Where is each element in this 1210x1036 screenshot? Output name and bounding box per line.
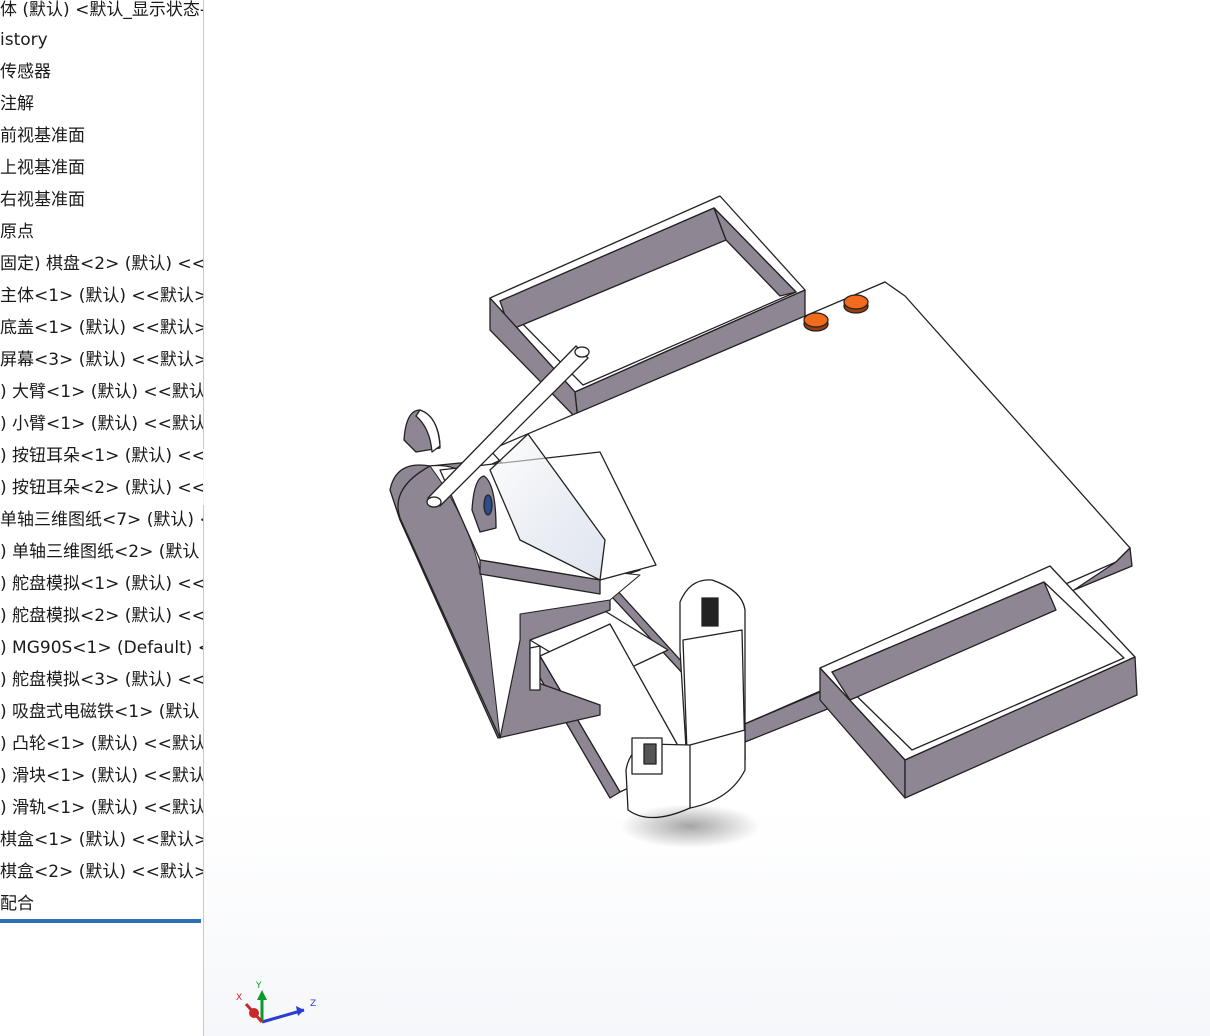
model-view[interactable]: Z Y X	[204, 0, 1210, 1036]
tree-item-history[interactable]: istory	[0, 24, 48, 56]
tree-item-mates[interactable]: 配合	[0, 888, 34, 920]
tree-item-component[interactable]: ) 舵盘模拟<1> (默认) <<	[0, 568, 204, 600]
tree-item-component[interactable]: ) 吸盘式电磁铁<1> (默认	[0, 696, 199, 728]
tree-item-label: ) 小臂<1> (默认) <<默认	[0, 414, 204, 434]
tree-item-component[interactable]: 固定) 棋盘<2> (默认) <<默	[0, 248, 204, 280]
tree-item-component[interactable]: 屏幕<3> (默认) <<默认>_	[0, 344, 204, 376]
tree-item-component[interactable]: ) 单轴三维图纸<2> (默认	[0, 536, 199, 568]
reset-button-icon[interactable]	[843, 294, 869, 314]
tree-item-component[interactable]: ) 凸轮<1> (默认) <<默认	[0, 728, 204, 760]
tree-item-label: ) 舵盘模拟<1> (默认) <<	[0, 574, 204, 594]
tree-item-component[interactable]: ) MG90S<1> (Default) <	[0, 632, 204, 664]
tree-item-label: 右视基准面	[0, 190, 85, 210]
tree-item-label: 配合	[0, 894, 34, 914]
tree-item-component[interactable]: ) 小臂<1> (默认) <<默认	[0, 408, 204, 440]
tree-item-component[interactable]: ) 舵盘模拟<3> (默认) <<	[0, 664, 204, 696]
x-axis-label: X	[236, 993, 242, 1003]
tree-item-component[interactable]: 底盖<1> (默认) <<默认>_	[0, 312, 204, 344]
tree-item-component[interactable]: 棋盒<2> (默认) <<默认>_	[0, 856, 204, 888]
z-axis-label: Z	[310, 999, 316, 1009]
tree-item-label: ) 舵盘模拟<2> (默认) <<	[0, 606, 204, 626]
tree-item-root-assembly[interactable]: 体 (默认) <默认_显示状态-	[0, 0, 204, 26]
tree-item-label: 体 (默认) <默认_显示状态-	[0, 0, 204, 20]
tree-item-label: 主体<1> (默认) <<默认>_	[0, 286, 204, 306]
tree-item-component[interactable]: ) 按钮耳朵<1> (默认) <<	[0, 440, 204, 472]
start-button-icon[interactable]	[803, 312, 829, 332]
arm-shadow	[620, 804, 760, 848]
tree-item-component[interactable]: 棋盒<1> (默认) <<默认>_	[0, 824, 204, 856]
tree-item-label: 棋盒<1> (默认) <<默认>_	[0, 830, 204, 850]
tree-item-component[interactable]: ) 大臂<1> (默认) <<默认	[0, 376, 204, 408]
tree-item-label: ) 滑块<1> (默认) <<默认	[0, 766, 204, 786]
tree-item-label: ) 凸轮<1> (默认) <<默认	[0, 734, 204, 754]
tree-item-label: ) MG90S<1> (Default) <	[0, 638, 204, 658]
button-ear-left[interactable]	[403, 409, 441, 453]
tree-item-label: ) 舵盘模拟<3> (默认) <<	[0, 670, 204, 690]
tree-item-label: ) 大臂<1> (默认) <<默认	[0, 382, 204, 402]
tree-item-right-plane[interactable]: 右视基准面	[0, 184, 85, 216]
tree-item-label: 前视基准面	[0, 126, 85, 146]
tree-item-label: 屏幕<3> (默认) <<默认>_	[0, 350, 204, 370]
tree-item-component[interactable]: ) 滑块<1> (默认) <<默认	[0, 760, 204, 792]
tree-item-label: ) 按钮耳朵<2> (默认) <<	[0, 478, 204, 498]
tree-item-label: 原点	[0, 222, 34, 242]
tree-item-label: 上视基准面	[0, 158, 85, 178]
tree-item-top-plane[interactable]: 上视基准面	[0, 152, 85, 184]
tree-item-label: istory	[0, 30, 48, 50]
tree-item-annotations[interactable]: 注解	[0, 88, 34, 120]
graphics-viewport[interactable]: Z Y X	[204, 0, 1210, 1036]
tree-item-label: 传感器	[0, 62, 51, 82]
tree-item-component[interactable]: ) 滑轨<1> (默认) <<默认	[0, 792, 204, 824]
y-axis-label: Y	[255, 981, 262, 991]
tree-item-label: 注解	[0, 94, 34, 114]
tree-item-sensors[interactable]: 传感器	[0, 56, 51, 88]
tree-item-component[interactable]: 主体<1> (默认) <<默认>_	[0, 280, 204, 312]
tree-item-label: 棋盒<2> (默认) <<默认>_	[0, 862, 204, 882]
tree-item-label: 底盖<1> (默认) <<默认>_	[0, 318, 204, 338]
tree-item-label: ) 吸盘式电磁铁<1> (默认	[0, 702, 200, 722]
tree-item-component[interactable]: ) 舵盘模拟<2> (默认) <<	[0, 600, 204, 632]
tree-item-label: ) 滑轨<1> (默认) <<默认	[0, 798, 204, 818]
tree-item-component[interactable]: ) 按钮耳朵<2> (默认) <<	[0, 472, 204, 504]
tree-item-label: ) 单轴三维图纸<2> (默认	[0, 542, 200, 562]
tree-item-label: ) 按钮耳朵<1> (默认) <<	[0, 446, 204, 466]
tree-item-front-plane[interactable]: 前视基准面	[0, 120, 85, 152]
coordinate-triad: Z Y X	[236, 981, 316, 1024]
tree-item-label: 固定) 棋盘<2> (默认) <<默	[0, 254, 204, 274]
tree-item-component[interactable]: 单轴三维图纸<7> (默认) <	[0, 504, 204, 536]
tree-item-label: 单轴三维图纸<7> (默认) <	[0, 510, 204, 530]
selection-underline	[0, 919, 201, 923]
feature-manager-tree: 体 (默认) <默认_显示状态- istory 传感器 注解 前视基准面 上视基…	[0, 0, 204, 1036]
tree-item-origin[interactable]: 原点	[0, 216, 34, 248]
